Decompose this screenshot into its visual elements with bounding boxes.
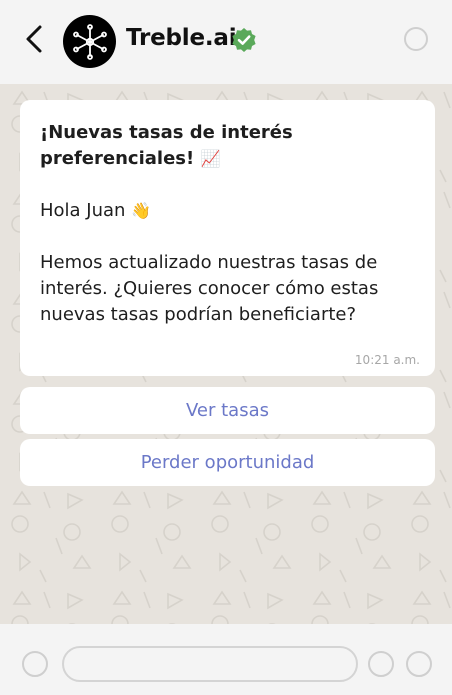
chart-increasing-icon: 📈 — [200, 149, 221, 168]
back-button[interactable] — [18, 22, 50, 56]
quick-reply-perder-oportunidad[interactable]: Perder oportunidad — [20, 439, 435, 486]
verified-check-icon — [232, 28, 256, 52]
headline-text: ¡Nuevas tasas de interés preferenciales! — [40, 122, 293, 169]
emoji-button[interactable] — [22, 651, 48, 677]
menu-button[interactable] — [404, 27, 428, 51]
mic-button[interactable] — [406, 651, 432, 677]
message-body: Hemos actualizado nuestras tasas de inte… — [40, 252, 379, 325]
network-node-icon — [72, 23, 107, 60]
chat-header: Treble.ai — [0, 0, 452, 84]
message-headline: ¡Nuevas tasas de interés preferenciales!… — [40, 120, 340, 172]
contact-name: Treble.ai — [126, 25, 237, 51]
chat-area: ¡Nuevas tasas de interés preferenciales!… — [0, 84, 452, 624]
attach-button[interactable] — [368, 651, 394, 677]
composer-bar — [0, 624, 452, 695]
quick-reply-ver-tasas[interactable]: Ver tasas — [20, 387, 435, 434]
message-greeting: Hola Juan 👋 — [40, 198, 415, 224]
message-input[interactable] — [62, 646, 358, 682]
avatar[interactable] — [63, 15, 116, 68]
waving-hand-icon: 👋 — [131, 201, 152, 220]
greeting-text: Hola Juan — [40, 200, 126, 221]
chevron-left-icon — [26, 25, 42, 53]
message-bubble: ¡Nuevas tasas de interés preferenciales!… — [20, 100, 435, 376]
message-timestamp: 10:21 a.m. — [354, 353, 420, 367]
